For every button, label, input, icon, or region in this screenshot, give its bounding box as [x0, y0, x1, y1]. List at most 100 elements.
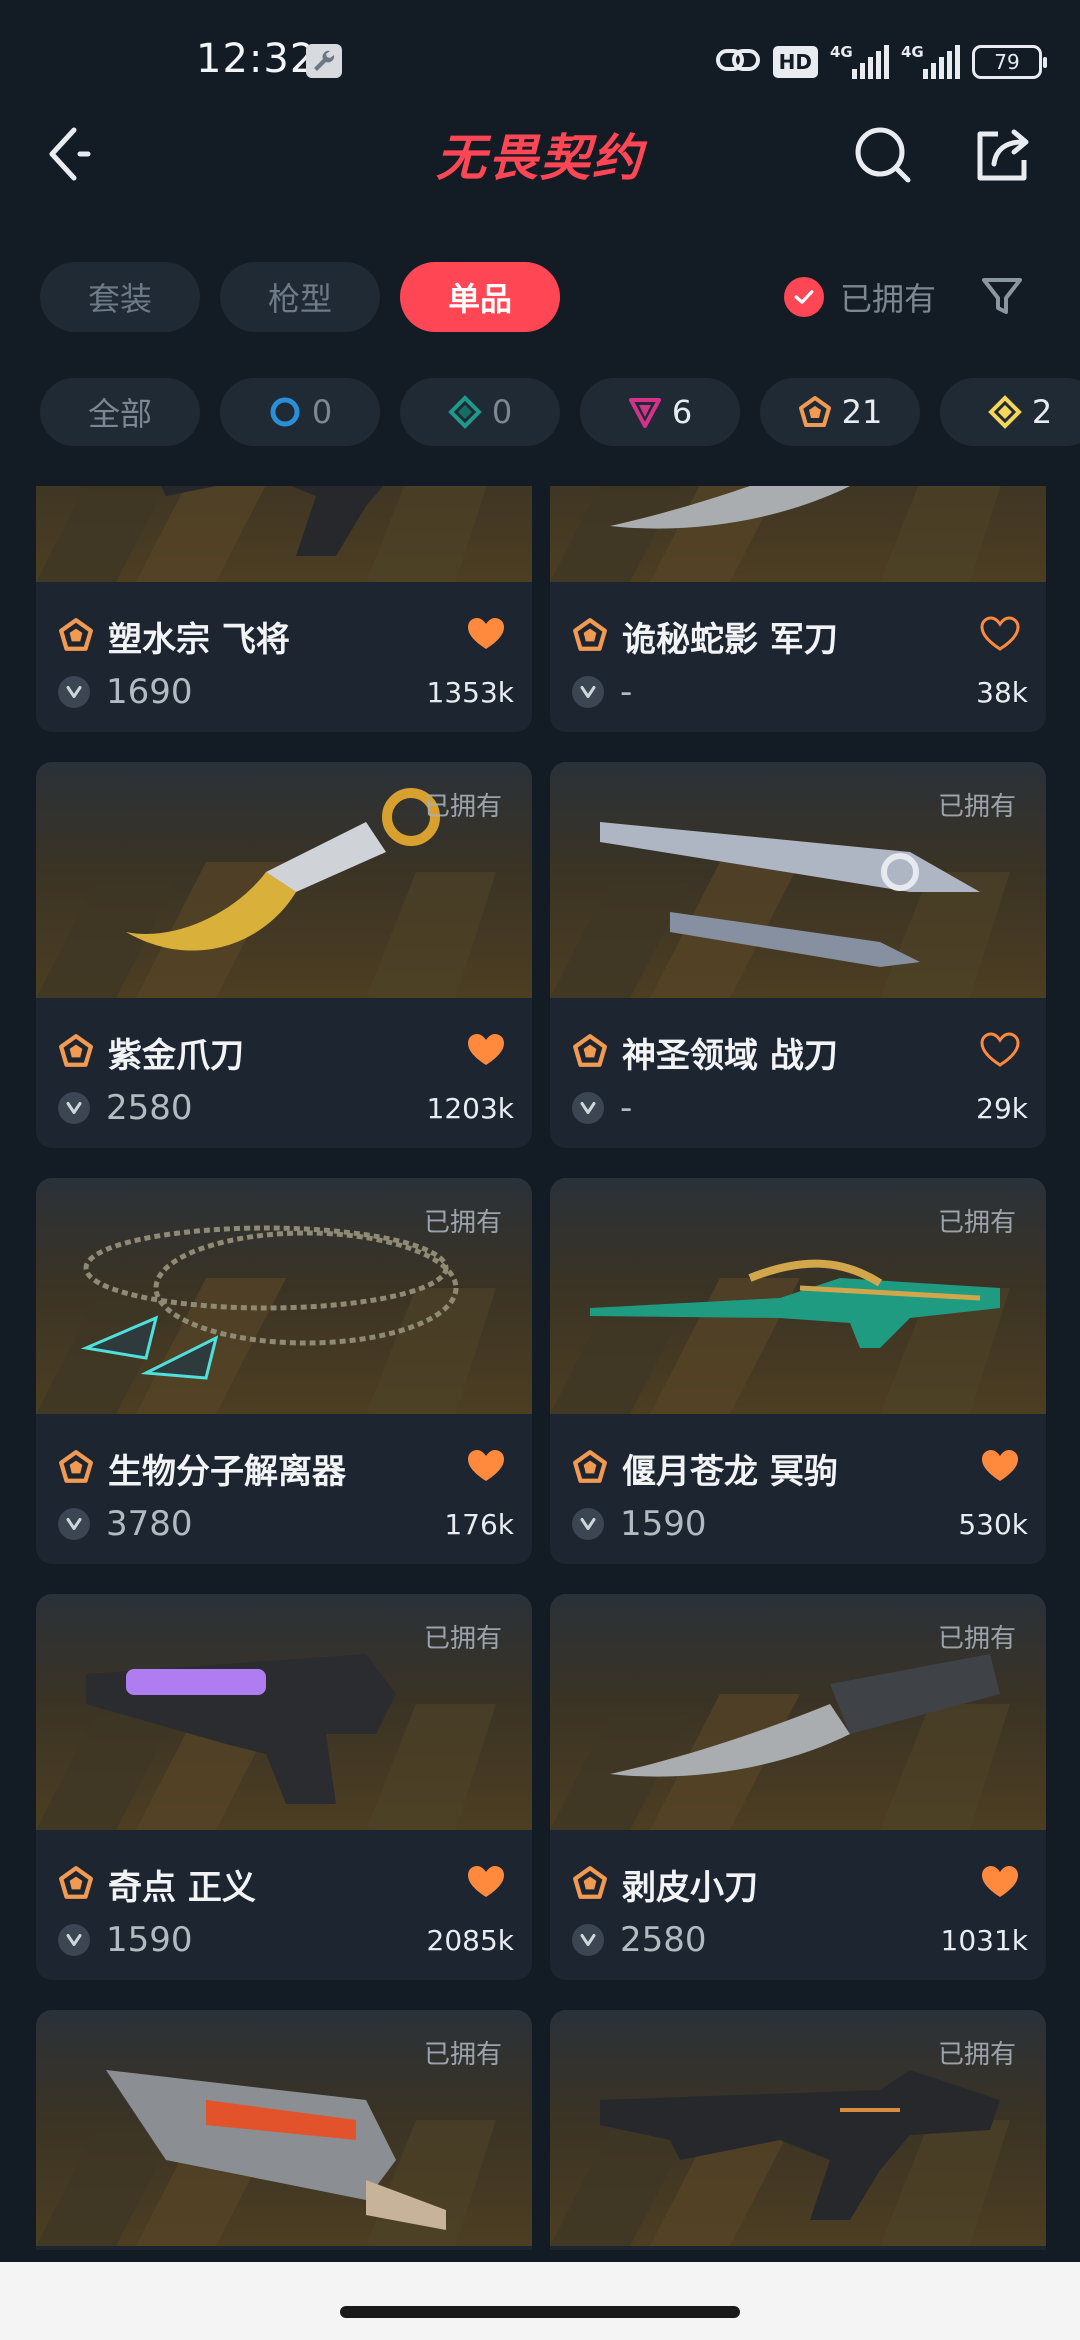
share-button[interactable] — [972, 124, 1034, 186]
vp-currency-icon — [572, 1508, 604, 1540]
like-count: 1203k — [426, 1092, 514, 1125]
skin-image: 已拥有 — [36, 1178, 532, 1414]
skin-price: 1590 — [106, 1920, 193, 1960]
skin-name: 紫金爪刀 — [108, 1036, 244, 1076]
skin-image: 已拥有 — [550, 1594, 1046, 1830]
filter-funnel-icon — [982, 278, 1022, 314]
owned-tag: 已拥有 — [937, 792, 1016, 822]
like-count: 530k — [958, 1508, 1028, 1541]
skin-card-6[interactable]: 已拥有 奇点 正义 1590 2085k — [36, 1594, 532, 1980]
select-ring-icon — [270, 397, 300, 427]
battery-icon: 79 — [972, 45, 1047, 79]
heart-icon[interactable] — [466, 1032, 506, 1068]
skin-price: 3780 — [106, 1504, 193, 1544]
heart-icon[interactable] — [466, 1448, 506, 1484]
filter-button[interactable] — [980, 274, 1024, 318]
skin-name: 塑水宗 飞将 — [108, 620, 290, 660]
weapon-render — [610, 486, 850, 529]
owned-tag: 已拥有 — [937, 1208, 1016, 1238]
exclusive-rarity-icon — [58, 1449, 94, 1489]
heart-icon[interactable] — [980, 616, 1020, 652]
category-tabs: 套装 枪型 单品 — [40, 262, 560, 332]
exclusive-rarity-icon — [58, 1865, 94, 1905]
tab-bundles[interactable]: 套装 — [40, 262, 200, 332]
skin-image: 已拥有 — [550, 2010, 1046, 2246]
app-header: 无畏契约 — [0, 110, 1080, 196]
heart-icon[interactable] — [466, 1864, 506, 1900]
like-count: 29k — [976, 1092, 1028, 1125]
skin-price: - — [620, 1088, 633, 1128]
skin-grid-scroll[interactable]: 塑水宗 飞将 1690 1353k 诡秘蛇影 军刀 - 38k 已拥有 紫金爪刀… — [0, 486, 1080, 2250]
search-button[interactable] — [852, 124, 914, 186]
skin-name: 偃月苍龙 冥驹 — [622, 1452, 838, 1492]
hd-badge: HD — [772, 46, 818, 78]
owned-tag: 已拥有 — [423, 1624, 502, 1654]
chip-count: 21 — [841, 393, 883, 431]
skin-card-5[interactable]: 已拥有 偃月苍龙 冥驹 1590 530k — [550, 1178, 1046, 1564]
premium-triangle-icon — [628, 398, 661, 428]
weapon-render — [161, 486, 384, 556]
skin-price: 2580 — [620, 1920, 707, 1960]
rarity-filter-chips: 全部 0 0 6 21 2 — [40, 378, 1080, 446]
exclusive-rarity-icon — [572, 617, 608, 657]
heart-icon[interactable] — [980, 1448, 1020, 1484]
chip-all[interactable]: 全部 — [40, 378, 200, 446]
skin-card-1[interactable]: 诡秘蛇影 军刀 - 38k — [550, 486, 1046, 732]
gesture-area — [0, 2262, 1080, 2340]
skin-card-8[interactable]: 已拥有 荒土机兵 热能刀 - 24k — [36, 2010, 532, 2250]
chip-ultra[interactable]: 2 — [940, 378, 1080, 446]
skin-image: 已拥有 — [36, 762, 532, 998]
skin-card-9[interactable]: 已拥有 超时空卫队 狂徒 1790 456k — [550, 2010, 1046, 2250]
skin-price: 2580 — [106, 1088, 193, 1128]
skin-price: 1590 — [620, 1504, 707, 1544]
like-count: 1031k — [940, 1924, 1028, 1957]
skin-image: 已拥有 — [550, 1178, 1046, 1414]
chip-select[interactable]: 0 — [220, 378, 380, 446]
skin-image — [550, 486, 1046, 582]
status-time: 12:32 — [196, 36, 317, 82]
exclusive-rarity-icon — [572, 1865, 608, 1905]
skin-name: 神圣领域 战刀 — [622, 1036, 838, 1076]
deluxe-diamond-icon — [447, 395, 482, 429]
skin-card-0[interactable]: 塑水宗 飞将 1690 1353k — [36, 486, 532, 732]
skin-grid: 塑水宗 飞将 1690 1353k 诡秘蛇影 军刀 - 38k 已拥有 紫金爪刀… — [36, 486, 1046, 2250]
owned-tag: 已拥有 — [423, 1208, 502, 1238]
owned-filter-label: 已拥有 — [840, 280, 937, 318]
battery-level: 79 — [994, 50, 1020, 74]
search-icon — [855, 127, 911, 183]
chip-premium[interactable]: 6 — [580, 378, 740, 446]
skin-image: 已拥有 — [36, 1594, 532, 1830]
skin-name: 诡秘蛇影 军刀 — [622, 620, 838, 660]
skin-price: 1690 — [106, 672, 193, 712]
ultra-diamond-icon — [987, 395, 1022, 429]
link-icon — [715, 45, 761, 79]
skin-card-2[interactable]: 已拥有 紫金爪刀 2580 1203k — [36, 762, 532, 1148]
owned-tag: 已拥有 — [423, 2040, 502, 2070]
tab-single-items[interactable]: 单品 — [400, 262, 560, 332]
skin-name: 剥皮小刀 — [622, 1868, 758, 1908]
heart-icon[interactable] — [980, 1864, 1020, 1900]
owned-filter-toggle[interactable]: 已拥有 — [784, 274, 936, 320]
skin-image: 已拥有 — [550, 762, 1046, 998]
heart-icon[interactable] — [980, 1032, 1020, 1068]
chip-all-label: 全部 — [87, 395, 152, 433]
skin-card-4[interactable]: 已拥有 生物分子解离器 3780 176k — [36, 1178, 532, 1564]
exclusive-rarity-icon — [58, 617, 94, 657]
skin-image: 已拥有 — [36, 2010, 532, 2246]
app-title: 无畏契约 — [436, 129, 644, 187]
heart-icon[interactable] — [466, 616, 506, 652]
chip-exclusive[interactable]: 21 — [760, 378, 920, 446]
skin-card-7[interactable]: 已拥有 剥皮小刀 2580 1031k — [550, 1594, 1046, 1980]
vp-currency-icon — [58, 1924, 90, 1956]
owned-tag: 已拥有 — [423, 792, 502, 822]
status-bar: 12:32 HD 4G 4G 79 — [0, 0, 1080, 120]
home-indicator[interactable] — [340, 2306, 740, 2318]
signal-icon: 4G — [830, 43, 889, 79]
chip-deluxe[interactable]: 0 — [400, 378, 560, 446]
owned-tag: 已拥有 — [937, 1624, 1016, 1654]
vp-currency-icon — [58, 1508, 90, 1540]
vp-currency-icon — [572, 1924, 604, 1956]
skin-image — [36, 486, 532, 582]
tab-weapon-types[interactable]: 枪型 — [220, 262, 380, 332]
skin-card-3[interactable]: 已拥有 神圣领域 战刀 - 29k — [550, 762, 1046, 1148]
